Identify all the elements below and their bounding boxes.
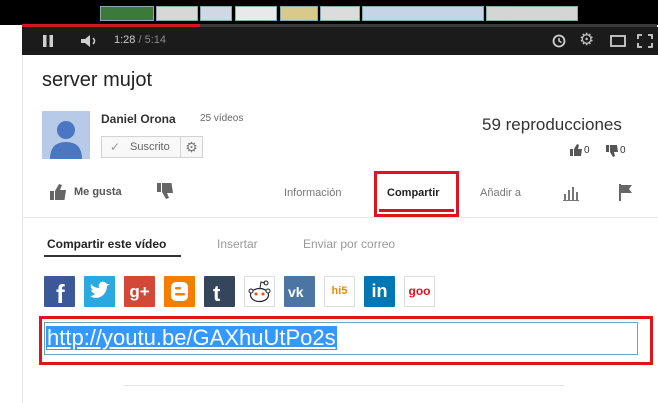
- video-content-window: [100, 6, 154, 21]
- watch-later-icon[interactable]: [552, 34, 566, 48]
- subscribed-label: Suscrito: [130, 141, 170, 153]
- share-twitter-button[interactable]: [84, 276, 115, 307]
- share-vk-button[interactable]: vk: [284, 276, 315, 307]
- theater-mode-icon[interactable]: [610, 35, 626, 47]
- video-title: server mujot: [42, 69, 153, 91]
- subscribed-button[interactable]: ✓ Suscrito: [101, 136, 181, 158]
- player-controls: 1:28 / 5:14 ⚙: [22, 27, 658, 55]
- channel-name-link[interactable]: Daniel Orona: [101, 112, 176, 126]
- settings-gear-icon[interactable]: ⚙: [579, 30, 594, 50]
- volume-icon[interactable]: [80, 34, 100, 48]
- video-content-window: [235, 6, 277, 21]
- share-tab-highlight-box: [374, 171, 459, 217]
- hi5-icon: hi5: [331, 285, 348, 297]
- share-tumblr-button[interactable]: t: [204, 276, 235, 307]
- subtab-email[interactable]: Enviar por correo: [303, 237, 395, 251]
- video-content-window: [156, 6, 198, 21]
- like-count: 0: [584, 145, 590, 156]
- channel-video-count[interactable]: 25 vídeos: [200, 113, 243, 124]
- time-display: 1:28 / 5:14: [114, 34, 166, 46]
- dislike-small-icon: [606, 145, 618, 157]
- tumblr-icon: t: [213, 281, 221, 306]
- tab-information[interactable]: Información: [284, 187, 341, 199]
- video-content-window: [320, 6, 360, 21]
- duration: / 5:14: [138, 34, 167, 46]
- subtab-embed[interactable]: Insertar: [217, 237, 258, 251]
- reddit-alien-icon: [248, 280, 271, 303]
- report-flag-icon[interactable]: [618, 184, 634, 201]
- share-googleplus-button[interactable]: g+: [124, 276, 155, 307]
- subtab-share-video[interactable]: Compartir este vídeo: [47, 237, 166, 251]
- pause-icon[interactable]: [42, 34, 54, 48]
- svg-text:f: f: [56, 279, 65, 307]
- blogger-icon: [171, 282, 188, 301]
- svg-text:t: t: [213, 281, 221, 306]
- vk-icon: vk: [288, 284, 304, 300]
- subscription-settings-gear-icon[interactable]: ⚙: [181, 136, 203, 158]
- default-user-icon: [50, 121, 82, 159]
- share-blogger-button[interactable]: [164, 276, 195, 307]
- statistics-icon[interactable]: [563, 186, 579, 201]
- check-icon: ✓: [110, 140, 121, 154]
- video-content-window: [200, 6, 232, 21]
- twitter-bird-icon: [90, 281, 110, 298]
- video-content-window: [362, 6, 484, 21]
- view-count: 59 reproducciones: [482, 115, 622, 134]
- share-url-text[interactable]: http://youtu.be/GAXhuUtPo2s: [46, 326, 337, 350]
- facebook-icon: f: [56, 279, 65, 309]
- fullscreen-icon[interactable]: [637, 34, 653, 48]
- current-time: 1:28: [114, 34, 136, 46]
- goo-icon: goo: [408, 284, 431, 298]
- video-content-window: [280, 6, 318, 21]
- googleplus-icon: g+: [129, 282, 150, 301]
- share-goo-button[interactable]: goo: [404, 276, 435, 307]
- divider: [123, 385, 564, 386]
- video-content-window: [486, 6, 578, 21]
- tab-add-to[interactable]: Añadir a: [480, 187, 521, 199]
- active-subtab-indicator: [44, 255, 181, 257]
- content-border: [22, 55, 23, 403]
- channel-avatar[interactable]: [42, 111, 90, 159]
- thumbs-up-icon: [50, 184, 66, 200]
- share-url-field[interactable]: http://youtu.be/GAXhuUtPo2s: [44, 322, 638, 355]
- share-hi5-button[interactable]: hi5: [324, 276, 355, 307]
- svg-text:vk: vk: [288, 284, 304, 300]
- dislike-count: 0: [620, 145, 626, 156]
- video-frame[interactable]: [0, 0, 658, 25]
- divider: [22, 217, 658, 218]
- linkedin-icon: in: [371, 281, 388, 301]
- share-reddit-button[interactable]: [244, 276, 275, 307]
- like-button[interactable]: Me gusta: [50, 184, 122, 200]
- share-linkedin-button[interactable]: in: [364, 276, 395, 307]
- like-small-icon: [570, 144, 582, 156]
- thumbs-down-icon[interactable]: [157, 183, 173, 199]
- share-facebook-button[interactable]: f: [44, 276, 75, 309]
- like-label: Me gusta: [74, 185, 122, 198]
